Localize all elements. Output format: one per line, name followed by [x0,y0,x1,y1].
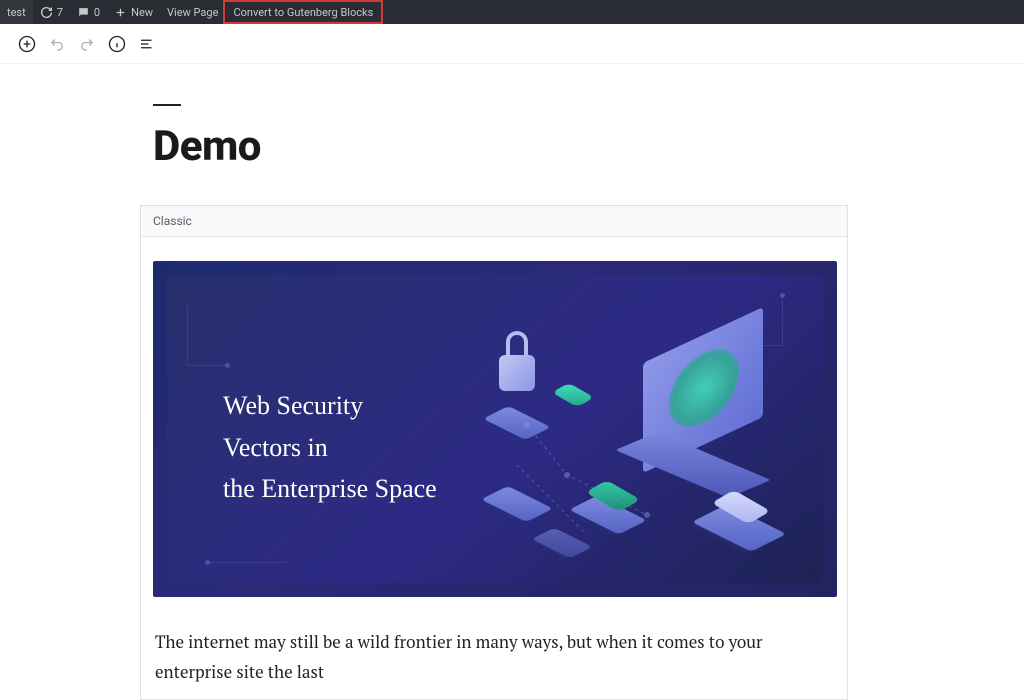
editor-canvas: Demo Classic Web Security [0,64,1024,700]
hero-line-2: Vectors in [223,427,437,469]
page-title: Demo [153,122,847,171]
updates-item[interactable]: 7 [33,0,70,24]
refresh-icon [40,6,53,19]
new-content-item[interactable]: New [107,0,160,24]
comments-item[interactable]: 0 [70,0,107,24]
editor-top-toolbar [0,24,1024,64]
convert-gutenberg-highlight: Convert to Gutenberg Blocks [223,0,383,24]
hero-line-3: the Enterprise Space [223,468,437,510]
admin-toolbar: test 7 0 New View Page Convert to Gutenb… [0,0,1024,24]
view-page-item[interactable]: View Page [160,0,225,24]
iso-cube-green [552,383,594,407]
connector-lines [507,415,707,575]
title-block[interactable]: Demo [153,104,847,171]
comment-icon [77,6,90,19]
article-paragraph[interactable]: The internet may still be a wild frontie… [153,627,835,687]
undo-button[interactable] [42,29,72,59]
site-name-item[interactable]: test [0,0,33,24]
classic-block-label: Classic [141,206,847,237]
add-block-button[interactable] [12,29,42,59]
hero-line-1: Web Security [223,385,437,427]
plus-icon [114,6,127,19]
convert-gutenberg-label: Convert to Gutenberg Blocks [233,6,373,19]
updates-count: 7 [57,6,63,19]
new-label: New [131,6,153,19]
outline-button[interactable] [132,29,162,59]
hero-image: Web Security Vectors in the Enterprise S… [153,261,837,597]
info-button[interactable] [102,29,132,59]
classic-block[interactable]: Classic Web Security Vectors in [140,205,848,700]
classic-block-body: Web Security Vectors in the Enterprise S… [141,237,847,699]
view-page-label: View Page [167,6,218,19]
redo-button[interactable] [72,29,102,59]
title-rule [153,104,181,106]
site-name-text: test [7,6,26,19]
comments-count: 0 [94,6,100,19]
hero-inner: Web Security Vectors in the Enterprise S… [167,275,823,583]
hero-headline: Web Security Vectors in the Enterprise S… [223,385,437,510]
convert-gutenberg-item[interactable]: Convert to Gutenberg Blocks [230,2,376,22]
padlock-icon [495,331,539,397]
